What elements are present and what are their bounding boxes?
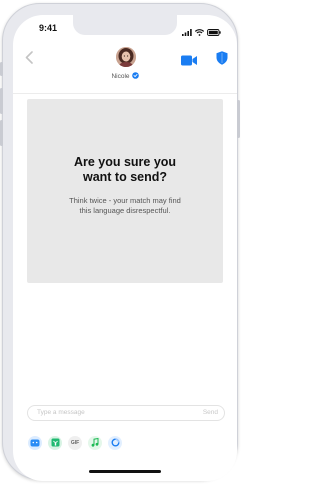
- music-icon: [91, 434, 99, 452]
- warning-message-line-1: Think twice - your match may find: [69, 196, 181, 205]
- status-time: 9:41: [39, 23, 58, 33]
- phone-frame: 9:41 Nicole Are you sure you want to sen…: [0, 3, 240, 481]
- send-warning-card: Are you sure you want to send? Think twi…: [27, 99, 223, 283]
- notch: [73, 15, 177, 35]
- gif-button[interactable]: GIF: [68, 436, 82, 450]
- shield-icon: [216, 51, 228, 69]
- warning-title: Are you sure you want to send?: [27, 155, 223, 185]
- power-button: [237, 100, 240, 138]
- chevron-left-icon: [25, 51, 33, 69]
- verified-badge-icon: [131, 72, 139, 81]
- message-input[interactable]: [37, 409, 187, 416]
- safety-shield-button[interactable]: [216, 51, 228, 70]
- warning-message-line-2: this language disrespectful.: [79, 206, 171, 215]
- contact-name: Nicole: [111, 73, 130, 80]
- header-divider: [13, 93, 237, 94]
- warning-title-line-2: want to send?: [82, 170, 168, 184]
- loading-ring-icon: [111, 434, 120, 452]
- sticker-icon: [30, 434, 40, 452]
- mute-switch: [0, 62, 3, 76]
- video-camera-icon: [181, 53, 197, 70]
- home-indicator: [89, 470, 161, 473]
- sticker-button[interactable]: [28, 436, 42, 450]
- status-icons: [182, 23, 221, 41]
- volume-up-button: [0, 88, 3, 114]
- signal-icon: [182, 23, 192, 41]
- music-button[interactable]: [88, 436, 102, 450]
- more-button[interactable]: [108, 436, 122, 450]
- gift-icon: [51, 434, 60, 452]
- message-composer: Send: [27, 405, 225, 421]
- battery-icon: [207, 23, 221, 41]
- video-call-button[interactable]: [181, 53, 197, 71]
- contact-name-row[interactable]: Nicole: [13, 72, 237, 81]
- gift-button[interactable]: [48, 436, 62, 450]
- gif-icon: GIF: [70, 440, 80, 446]
- phone-screen: 9:41 Nicole Are you sure you want to sen…: [13, 15, 237, 481]
- warning-message: Think twice - your match may find this l…: [37, 196, 213, 216]
- chat-header: Nicole: [13, 41, 237, 93]
- warning-title-line-1: Are you sure you: [73, 155, 177, 169]
- back-button[interactable]: [21, 51, 37, 69]
- avatar[interactable]: [116, 47, 136, 67]
- volume-down-button: [0, 120, 3, 146]
- wifi-icon: [194, 23, 205, 41]
- send-button[interactable]: Send: [203, 409, 218, 416]
